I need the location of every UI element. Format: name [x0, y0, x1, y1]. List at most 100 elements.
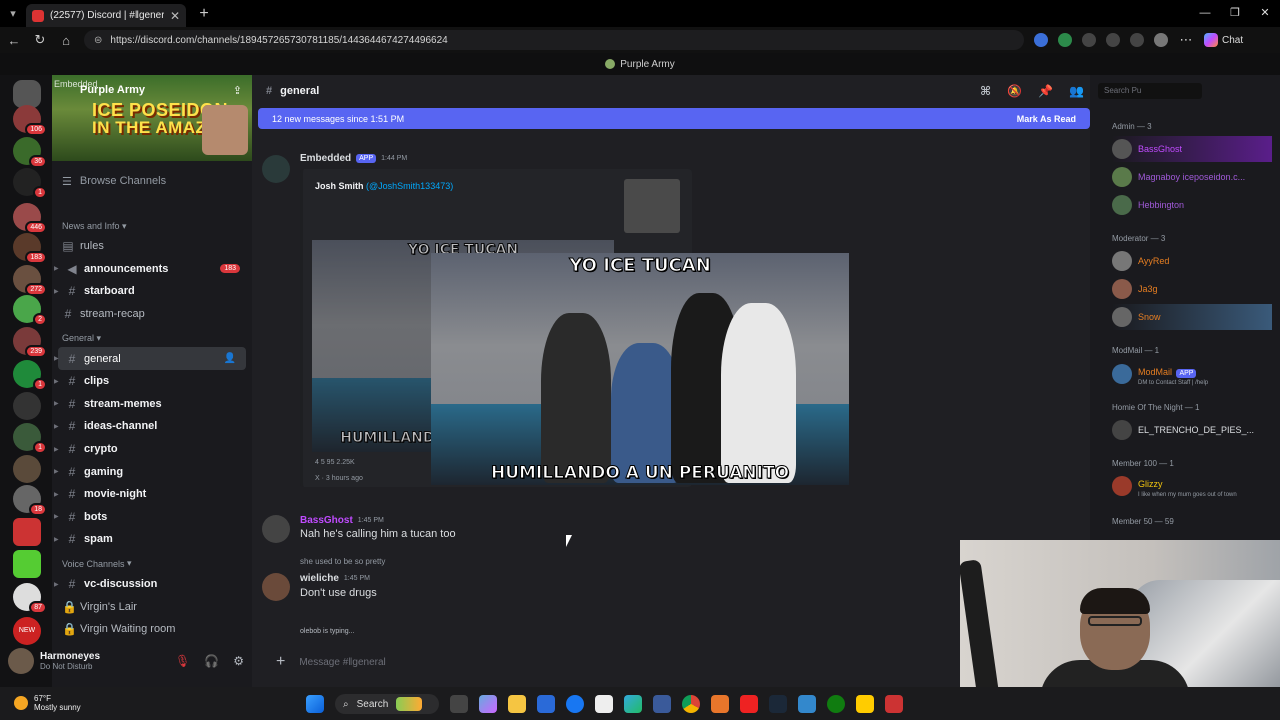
- more-menu-icon[interactable]: ⋯: [1178, 32, 1194, 48]
- invite-icon[interactable]: ⇪: [233, 84, 242, 97]
- avatar[interactable]: [262, 515, 290, 543]
- channel-spam[interactable]: ▶ # spam: [52, 528, 252, 551]
- channel-rules[interactable]: ▤ rules: [52, 235, 252, 258]
- extension-icon[interactable]: [1034, 33, 1048, 47]
- server-icon[interactable]: 106: [13, 105, 47, 136]
- author-name[interactable]: BassGhost: [300, 515, 353, 526]
- new-server-icon[interactable]: NEW: [13, 617, 41, 645]
- author-name[interactable]: Embedded: [300, 153, 351, 164]
- server-icon[interactable]: [13, 392, 41, 420]
- back-icon[interactable]: ←: [6, 33, 22, 48]
- embed-author[interactable]: Josh Smith (@JoshSmith133473): [315, 181, 453, 191]
- sticky-notes-icon[interactable]: [856, 695, 874, 713]
- channel-gaming[interactable]: ▶ # gaming: [52, 460, 252, 483]
- refresh-icon[interactable]: ↻: [32, 32, 48, 48]
- server-icon[interactable]: 2: [13, 295, 47, 326]
- calculator-icon[interactable]: [653, 695, 671, 713]
- app-icon[interactable]: [798, 695, 816, 713]
- avatar[interactable]: [262, 573, 290, 601]
- channel-clips[interactable]: ▶ # clips: [52, 370, 252, 393]
- author-name[interactable]: wieliche: [300, 573, 339, 584]
- embed-video[interactable]: YO ICE TUCAN HUMILLANDO A UN PERUANITO: [431, 253, 849, 485]
- server-icon[interactable]: 87: [13, 583, 47, 614]
- embed-thumbnail[interactable]: [624, 179, 680, 233]
- windows-start-icon[interactable]: [306, 695, 324, 713]
- headphones-icon[interactable]: 🎧: [204, 654, 219, 668]
- channel-crypto[interactable]: ▶ # crypto: [52, 438, 252, 461]
- add-member-icon[interactable]: 👤: [224, 353, 236, 364]
- threads-icon[interactable]: ⌘: [980, 84, 991, 98]
- user-info[interactable]: Harmoneyes Do Not Disturb: [40, 651, 100, 671]
- member-item[interactable]: EL_TRENCHO_DE_PIES_...: [1112, 417, 1272, 443]
- server-icon[interactable]: 18: [13, 485, 47, 516]
- category-news-and-info[interactable]: News and Info ▾: [52, 217, 252, 235]
- server-icon[interactable]: [13, 455, 41, 483]
- favorites-icon[interactable]: [1106, 33, 1120, 47]
- steam-icon[interactable]: [769, 695, 787, 713]
- member-list-icon[interactable]: 👥: [1069, 84, 1084, 98]
- browser-tab[interactable]: (22577) Discord | #ǁgeneral | Pu ✕: [26, 4, 186, 27]
- minimize-icon[interactable]: —: [1190, 0, 1220, 27]
- collections-icon[interactable]: [1130, 33, 1144, 47]
- member-item[interactable]: Hebbington: [1112, 192, 1272, 218]
- xbox-icon[interactable]: [827, 695, 845, 713]
- voice-channel-virgin-waiting-room[interactable]: 🔒 Virgin Waiting room: [52, 618, 252, 641]
- tab-list-button[interactable]: ▾: [0, 7, 26, 20]
- channel-movie-night[interactable]: ▶ # movie-night: [52, 483, 252, 506]
- channel-announcements[interactable]: ▶ ◀ announcements 183: [52, 258, 252, 281]
- server-icon[interactable]: 272: [13, 265, 47, 296]
- restore-icon[interactable]: ❐: [1220, 0, 1250, 27]
- member-item[interactable]: Magnaboy iceposeidon.c...: [1112, 164, 1272, 190]
- notification-bell-icon[interactable]: 🔕: [1007, 84, 1022, 98]
- channel-bots[interactable]: ▶ # bots: [52, 506, 252, 529]
- app-icon[interactable]: [885, 695, 903, 713]
- member-item[interactable]: Snow: [1112, 304, 1272, 330]
- user-avatar[interactable]: [8, 648, 34, 674]
- channel-stream-memes[interactable]: ▶ # stream-memes: [52, 393, 252, 416]
- voice-channel-virgins-lair[interactable]: 🔒 Virgin's Lair: [52, 595, 252, 618]
- server-icon[interactable]: [13, 550, 41, 578]
- store-icon[interactable]: [537, 695, 555, 713]
- server-icon[interactable]: 183: [13, 233, 47, 264]
- new-tab-button[interactable]: +: [192, 5, 216, 23]
- url-field[interactable]: ⊜ https://discord.com/channels/189457265…: [84, 30, 1024, 50]
- home-icon[interactable]: ⌂: [58, 33, 74, 48]
- category-general[interactable]: General ▾: [52, 329, 252, 347]
- server-icon[interactable]: [13, 80, 41, 108]
- close-window-icon[interactable]: ✕: [1250, 0, 1280, 27]
- close-tab-icon[interactable]: ✕: [170, 9, 180, 23]
- server-banner[interactable]: Embedded Purple Army ⇪ ICE POSEIDON IN T…: [52, 75, 252, 161]
- server-icon[interactable]: 1: [13, 423, 47, 454]
- channel-vc-discussion[interactable]: ▶ # vc-discussion: [52, 573, 252, 596]
- amazon-icon[interactable]: [595, 695, 613, 713]
- mute-mic-icon[interactable]: 🎙: [175, 654, 190, 668]
- member-search-input[interactable]: Search Pu: [1098, 83, 1202, 99]
- member-item[interactable]: ModMail APP DM to Contact Staff | /help: [1112, 361, 1272, 387]
- task-view-icon[interactable]: [450, 695, 468, 713]
- server-icon[interactable]: 1: [13, 360, 47, 391]
- copilot-chat-button[interactable]: Chat: [1204, 33, 1243, 47]
- new-messages-banner[interactable]: 12 new messages since 1:51 PM Mark As Re…: [258, 108, 1090, 129]
- weather-widget[interactable]: 67°F Mostly sunny: [14, 694, 81, 712]
- extensions-puzzle-icon[interactable]: [1082, 33, 1096, 47]
- edge-icon[interactable]: [624, 695, 642, 713]
- server-icon[interactable]: 1: [13, 168, 47, 199]
- category-voice-channels[interactable]: Voice Channels ▾: [52, 555, 252, 573]
- channel-stream-recap[interactable]: # stream-recap: [52, 303, 252, 326]
- chrome-icon[interactable]: [682, 695, 700, 713]
- member-item[interactable]: AyyRed: [1112, 248, 1272, 274]
- avatar[interactable]: [262, 155, 290, 183]
- vlc-icon[interactable]: [711, 695, 729, 713]
- member-item[interactable]: BassGhost: [1112, 136, 1272, 162]
- mark-as-read-button[interactable]: Mark As Read: [1017, 114, 1076, 124]
- channel-ideas-channel[interactable]: ▶ # ideas-channel: [52, 415, 252, 438]
- pinned-messages-icon[interactable]: 📌: [1038, 84, 1053, 98]
- server-icon[interactable]: 239: [13, 327, 47, 358]
- facebook-icon[interactable]: [566, 695, 584, 713]
- server-name[interactable]: Purple Army: [80, 84, 145, 96]
- taskbar-search[interactable]: ⌕ Search: [335, 694, 439, 714]
- message-composer[interactable]: + Message #ǁgeneral: [264, 647, 1078, 677]
- youtube-icon[interactable]: [740, 695, 758, 713]
- browse-channels-button[interactable]: ☰ Browse Channels: [62, 175, 166, 188]
- server-icon[interactable]: [13, 518, 41, 546]
